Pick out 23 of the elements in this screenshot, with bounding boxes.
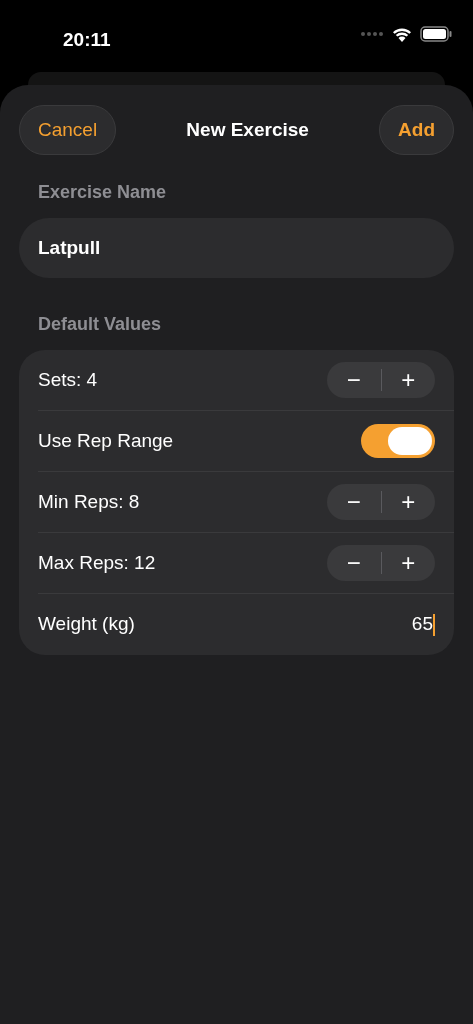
name-field[interactable]: Latpull	[19, 218, 454, 278]
row-label: Weight (kg)	[38, 612, 135, 637]
row-label: Max Reps: 12	[38, 550, 156, 575]
section-header: Default Values	[38, 313, 163, 336]
increment-button[interactable]: +	[381, 490, 435, 514]
sheet-title: New Exercise	[186, 117, 309, 142]
status-time: 20:11	[63, 28, 111, 52]
weight-field[interactable]: 65	[411, 610, 435, 639]
decrement-button[interactable]: −	[327, 551, 381, 575]
row-label: Use Rep Range	[38, 428, 174, 453]
row-label: Sets: 4	[38, 367, 98, 392]
cancel-button[interactable]: Cancel	[19, 105, 117, 155]
decrement-button[interactable]: −	[327, 490, 381, 514]
increment-button[interactable]: +	[381, 551, 435, 575]
increment-button[interactable]: +	[381, 368, 435, 392]
section-header: Exercise Name	[38, 181, 168, 204]
wifi-icon	[392, 26, 412, 42]
toggle-switch[interactable]	[361, 424, 435, 458]
decrement-button[interactable]: −	[327, 368, 381, 392]
battery-icon	[420, 26, 452, 42]
add-button[interactable]: Add	[379, 105, 454, 155]
signal-icon	[360, 31, 384, 37]
row-label: Min Reps: 8	[38, 489, 140, 514]
